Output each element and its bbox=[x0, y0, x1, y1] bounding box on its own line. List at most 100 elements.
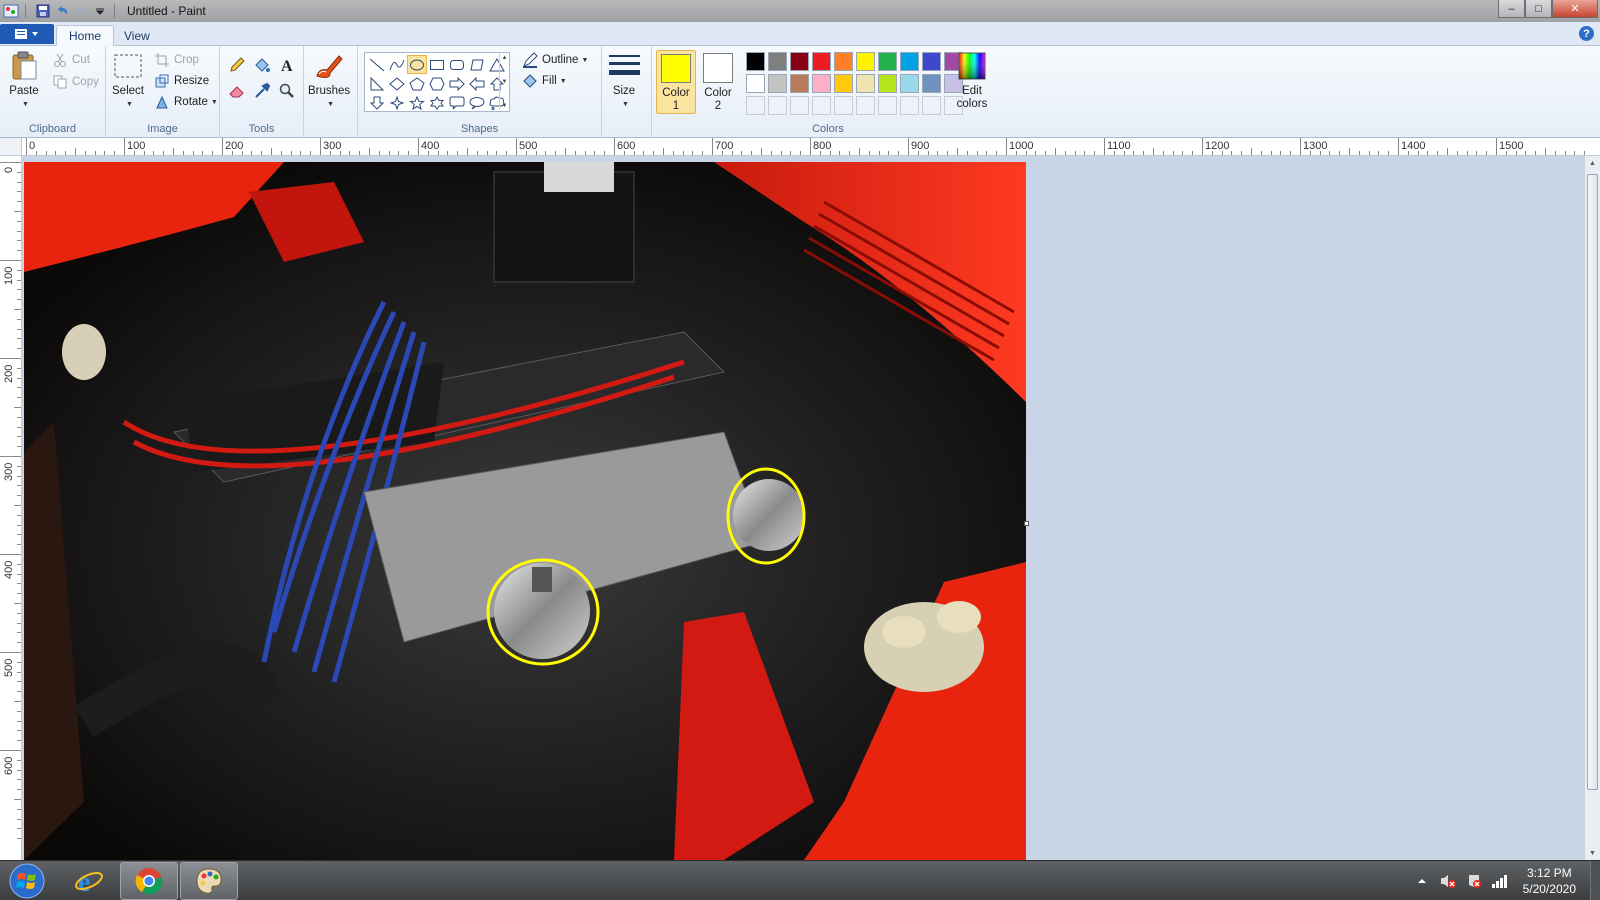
shapes-scroll[interactable]: ▲ ▼ ▼ bbox=[499, 53, 509, 111]
palette-swatch[interactable] bbox=[812, 74, 831, 93]
palette-swatch[interactable] bbox=[900, 74, 919, 93]
edit-colors-button[interactable]: Edit colors bbox=[956, 50, 988, 111]
palette-custom-slot[interactable] bbox=[790, 96, 809, 115]
diamond-shape-icon[interactable] bbox=[387, 74, 407, 93]
eraser-icon[interactable] bbox=[226, 80, 248, 102]
scroll-down-icon[interactable]: ▼ bbox=[1585, 846, 1600, 860]
palette-swatch[interactable] bbox=[768, 52, 787, 71]
crop-button[interactable]: Crop bbox=[154, 50, 199, 70]
left-arrow-shape-icon[interactable] bbox=[467, 74, 487, 93]
palette-custom-slot[interactable] bbox=[900, 96, 919, 115]
palette-swatch[interactable] bbox=[900, 52, 919, 71]
shapes-more-icon[interactable]: ▼ bbox=[502, 103, 508, 109]
palette-swatch[interactable] bbox=[834, 52, 853, 71]
palette-swatch[interactable] bbox=[878, 74, 897, 93]
shapes-scroll-up-icon[interactable]: ▲ bbox=[502, 55, 508, 61]
maximize-button[interactable]: □ bbox=[1525, 0, 1552, 18]
line-shape-icon[interactable] bbox=[367, 55, 387, 74]
palette-custom-slot[interactable] bbox=[812, 96, 831, 115]
resize-button[interactable]: Resize bbox=[154, 71, 209, 91]
fill-button[interactable]: Fill ▼ bbox=[522, 71, 567, 91]
color-picker-icon[interactable] bbox=[251, 80, 273, 102]
network-signal-icon[interactable] bbox=[1491, 872, 1509, 890]
paint-app-icon[interactable] bbox=[3, 3, 19, 19]
palette-swatch[interactable] bbox=[790, 52, 809, 71]
fill-bucket-icon[interactable] bbox=[251, 54, 273, 76]
palette-custom-slot[interactable] bbox=[834, 96, 853, 115]
show-desktop-button[interactable] bbox=[1590, 861, 1600, 900]
five-point-star-shape-icon[interactable] bbox=[407, 93, 427, 112]
oval-shape-icon[interactable] bbox=[407, 55, 427, 74]
palette-custom-slot[interactable] bbox=[922, 96, 941, 115]
palette-custom-slot[interactable] bbox=[856, 96, 875, 115]
outline-button[interactable]: Outline ▼ bbox=[522, 50, 588, 70]
palette-swatch[interactable] bbox=[856, 52, 875, 71]
taskbar-paint[interactable] bbox=[180, 862, 238, 900]
start-button[interactable] bbox=[6, 863, 48, 899]
close-button[interactable]: ✕ bbox=[1552, 0, 1598, 18]
magnifier-icon[interactable] bbox=[276, 80, 298, 102]
right-triangle-shape-icon[interactable] bbox=[367, 74, 387, 93]
palette-swatch[interactable] bbox=[746, 52, 765, 71]
copy-button[interactable]: Copy bbox=[52, 72, 99, 92]
palette-swatch[interactable] bbox=[922, 74, 941, 93]
taskbar-chrome[interactable] bbox=[120, 862, 178, 900]
palette-custom-slot[interactable] bbox=[878, 96, 897, 115]
file-menu-button[interactable] bbox=[0, 24, 54, 44]
undo-icon[interactable] bbox=[54, 3, 70, 19]
customize-quick-access-icon[interactable] bbox=[92, 3, 108, 19]
palette-swatch[interactable] bbox=[834, 74, 853, 93]
save-icon[interactable] bbox=[35, 3, 51, 19]
palette-swatch[interactable] bbox=[856, 74, 875, 93]
redo-icon[interactable] bbox=[73, 3, 89, 19]
palette-swatch[interactable] bbox=[922, 52, 941, 71]
scrollbar-thumb[interactable] bbox=[1587, 174, 1598, 790]
rounded-rectangle-shape-icon[interactable] bbox=[447, 55, 467, 74]
engine-bay-photo[interactable] bbox=[24, 162, 1026, 860]
shapes-scroll-down-icon[interactable]: ▼ bbox=[502, 79, 508, 85]
show-hidden-icons-icon[interactable] bbox=[1413, 872, 1431, 890]
curve-shape-icon[interactable] bbox=[387, 55, 407, 74]
minimize-button[interactable]: – bbox=[1498, 0, 1525, 18]
palette-swatch[interactable] bbox=[746, 74, 765, 93]
palette-swatch[interactable] bbox=[790, 74, 809, 93]
rotate-button[interactable]: Rotate ▼ bbox=[154, 92, 218, 112]
taskbar-clock[interactable]: 3:12 PM 5/20/2020 bbox=[1523, 865, 1576, 897]
palette-custom-slot[interactable] bbox=[746, 96, 765, 115]
rounded-callout-shape-icon[interactable] bbox=[447, 93, 467, 112]
vertical-scrollbar[interactable]: ▲ ▼ bbox=[1584, 156, 1600, 860]
rectangle-shape-icon[interactable] bbox=[427, 55, 447, 74]
pentagon-shape-icon[interactable] bbox=[407, 74, 427, 93]
action-center-icon[interactable] bbox=[1465, 872, 1483, 890]
paste-button[interactable]: Paste ▼ bbox=[8, 50, 40, 111]
help-icon[interactable]: ? bbox=[1579, 26, 1594, 41]
text-tool-icon[interactable]: A bbox=[276, 54, 298, 76]
size-button[interactable]: Size ▼ bbox=[608, 50, 640, 111]
ruler-tick bbox=[17, 279, 21, 281]
canvas-area[interactable] bbox=[22, 156, 1584, 860]
palette-swatch[interactable] bbox=[878, 52, 897, 71]
hexagon-shape-icon[interactable] bbox=[427, 74, 447, 93]
oval-callout-shape-icon[interactable] bbox=[467, 93, 487, 112]
palette-custom-slot[interactable] bbox=[768, 96, 787, 115]
palette-swatch[interactable] bbox=[768, 74, 787, 93]
right-arrow-shape-icon[interactable] bbox=[447, 74, 467, 93]
palette-swatch[interactable] bbox=[812, 52, 831, 71]
ruler-tick bbox=[17, 299, 21, 301]
cut-button[interactable]: Cut bbox=[52, 50, 90, 70]
brushes-button[interactable]: Brushes ▼ bbox=[308, 50, 350, 111]
pencil-icon[interactable] bbox=[226, 54, 248, 76]
polygon-shape-icon[interactable] bbox=[467, 55, 487, 74]
four-point-star-shape-icon[interactable] bbox=[387, 93, 407, 112]
color1-button[interactable]: Color 1 bbox=[656, 50, 696, 114]
canvas-resize-handle-right[interactable] bbox=[1024, 521, 1029, 526]
down-arrow-shape-icon[interactable] bbox=[367, 93, 387, 112]
color2-button[interactable]: Color 2 bbox=[698, 50, 738, 114]
tab-view[interactable]: View bbox=[112, 25, 162, 47]
volume-muted-icon[interactable] bbox=[1439, 872, 1457, 890]
taskbar-internet-explorer[interactable]: e bbox=[60, 862, 118, 900]
scroll-up-icon[interactable]: ▲ bbox=[1585, 156, 1600, 170]
select-button[interactable]: Select ▼ bbox=[112, 50, 144, 111]
tab-home[interactable]: Home bbox=[56, 25, 115, 47]
six-point-star-shape-icon[interactable] bbox=[427, 93, 447, 112]
